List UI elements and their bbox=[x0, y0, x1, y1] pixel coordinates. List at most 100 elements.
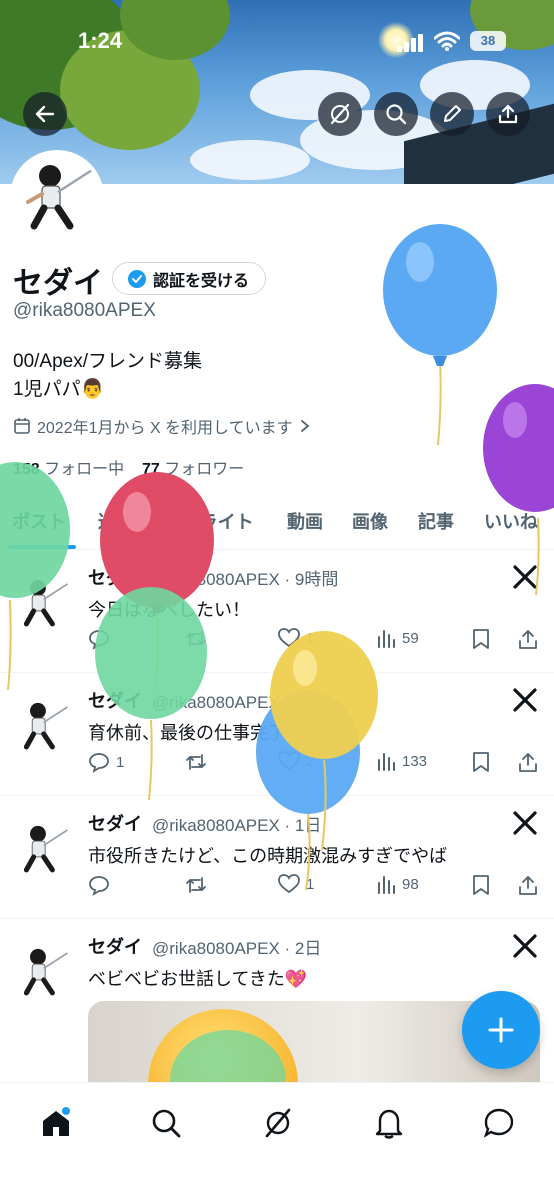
nav-home[interactable] bbox=[34, 1101, 78, 1145]
like-count: 2 bbox=[306, 752, 315, 770]
tab-videos[interactable]: 動画 bbox=[287, 508, 323, 534]
reply-count: 1 bbox=[116, 753, 125, 771]
x-logo-icon bbox=[513, 688, 537, 712]
x-logo-icon bbox=[513, 811, 537, 835]
back-arrow-icon bbox=[35, 105, 55, 123]
status-bar: 1:24 38 bbox=[0, 26, 554, 56]
post-text: 育休前、最後の仕事完了 bbox=[88, 723, 286, 743]
bookmark-icon bbox=[473, 875, 489, 895]
share-post-button[interactable] bbox=[518, 751, 538, 773]
reply-button[interactable] bbox=[88, 628, 116, 650]
profile-bio-line: 1児パパ👨 bbox=[13, 379, 105, 400]
post-avatar[interactable] bbox=[12, 572, 74, 634]
share-icon bbox=[519, 876, 537, 895]
repost-icon bbox=[186, 754, 206, 770]
banner-cloud bbox=[190, 140, 310, 180]
grok-icon bbox=[265, 1108, 291, 1138]
bookmark-icon bbox=[473, 752, 489, 772]
search-icon bbox=[152, 1109, 181, 1138]
search-button[interactable] bbox=[374, 92, 418, 136]
like-count: 1 bbox=[306, 629, 315, 647]
post-item[interactable]: セダイ @rika8080APEX · 2日 ベビベビお世話してきた💖 bbox=[0, 919, 554, 1111]
profile-tabs: ポスト 返信 ハイライト 動画 画像 記事 いいね bbox=[0, 500, 554, 550]
avatar-image bbox=[14, 154, 100, 240]
repost-button[interactable] bbox=[184, 751, 214, 773]
nav-notifications[interactable] bbox=[367, 1101, 411, 1145]
views-button[interactable]: 133 bbox=[376, 751, 427, 771]
share-icon bbox=[519, 753, 537, 772]
bookmark-button[interactable] bbox=[472, 751, 490, 773]
tab-posts[interactable]: ポスト bbox=[12, 508, 66, 534]
views-button[interactable]: 59 bbox=[376, 628, 419, 648]
post-avatar[interactable] bbox=[12, 818, 74, 880]
tab-replies[interactable]: 返信 bbox=[98, 508, 134, 534]
post-item[interactable]: セダイ @rika8080APEX · 1日 市役所きたけど、この時期激混みすぎ… bbox=[0, 796, 554, 919]
compose-button[interactable] bbox=[462, 991, 540, 1069]
views-icon bbox=[378, 630, 395, 648]
banner-roof bbox=[404, 98, 554, 184]
post-text: ベビベビお世話してきた💖 bbox=[88, 969, 308, 989]
followers-link[interactable]: 77 フォロワー bbox=[142, 461, 244, 478]
edit-button[interactable] bbox=[430, 92, 474, 136]
share-post-button[interactable] bbox=[518, 874, 538, 896]
post-avatar[interactable] bbox=[12, 695, 74, 757]
reply-icon bbox=[89, 876, 109, 896]
avatar-image bbox=[12, 818, 74, 880]
follow-stats: 158 フォロー中 77 フォロワー bbox=[13, 455, 244, 479]
post-item[interactable]: セダイ @rika8080APEX · 1日 育休前、最後の仕事完了 1 2 1… bbox=[0, 673, 554, 796]
tab-likes[interactable]: いいね bbox=[484, 508, 538, 534]
notification-dot bbox=[62, 1107, 70, 1115]
bookmark-button[interactable] bbox=[472, 874, 490, 896]
tab-highlights[interactable]: ハイライト bbox=[164, 508, 254, 534]
repost-icon bbox=[186, 631, 206, 647]
profile-name: セダイ bbox=[13, 267, 103, 300]
post-meta: @rika8080APEX · 2日 bbox=[152, 939, 322, 958]
grok-button[interactable] bbox=[318, 92, 362, 136]
get-verified-label: 認証を受ける bbox=[153, 272, 250, 290]
plus-icon bbox=[488, 1017, 514, 1043]
share-post-button[interactable] bbox=[518, 628, 538, 650]
like-count: 1 bbox=[306, 875, 315, 893]
share-button[interactable] bbox=[486, 92, 530, 136]
tab-images[interactable]: 画像 bbox=[352, 508, 388, 534]
post-text: 今日はなべしたい！ bbox=[88, 600, 250, 620]
following-label: フォロー中 bbox=[44, 461, 125, 478]
post-text: 市役所きたけど、この時期激混みすぎでやば bbox=[88, 846, 448, 866]
share-icon bbox=[519, 630, 537, 649]
get-verified-button[interactable]: 認証を受ける bbox=[112, 262, 267, 295]
tab-articles[interactable]: 記事 bbox=[418, 508, 454, 534]
views-button[interactable]: 98 bbox=[376, 874, 419, 894]
like-button[interactable]: 1 bbox=[278, 628, 314, 648]
nav-search[interactable] bbox=[144, 1101, 188, 1145]
avatar-image bbox=[12, 695, 74, 757]
cellular-signal-icon bbox=[397, 34, 423, 52]
heart-icon bbox=[278, 628, 300, 648]
followers-label: フォロワー bbox=[164, 461, 245, 478]
bookmark-button[interactable] bbox=[472, 628, 490, 650]
repost-button[interactable] bbox=[184, 874, 214, 896]
following-link[interactable]: 158 フォロー中 bbox=[13, 461, 124, 478]
profile-handle: @rika8080APEX bbox=[13, 300, 156, 321]
like-button[interactable]: 2 bbox=[278, 751, 314, 771]
reply-button[interactable]: 1 bbox=[88, 751, 124, 773]
profile-bio-line: 00/Apex/フレンド募集 bbox=[13, 351, 202, 372]
repost-icon bbox=[186, 877, 206, 893]
post-meta: @rika8080APEX · 1日 bbox=[152, 693, 322, 712]
views-icon bbox=[378, 876, 395, 894]
nav-grok[interactable] bbox=[256, 1101, 300, 1145]
view-count: 98 bbox=[402, 875, 419, 893]
reply-button[interactable] bbox=[88, 874, 116, 896]
grok-icon bbox=[330, 103, 350, 125]
profile-avatar[interactable] bbox=[10, 150, 104, 244]
nav-messages[interactable] bbox=[477, 1101, 521, 1145]
post-author-name: セダイ bbox=[88, 691, 142, 711]
post-avatar[interactable] bbox=[12, 941, 74, 1003]
like-button[interactable]: 1 bbox=[278, 874, 314, 894]
post-item[interactable]: セダイ @rika8080APEX · 9時間 今日はなべしたい！ 1 59 bbox=[0, 550, 554, 673]
repost-button[interactable] bbox=[184, 628, 214, 650]
back-button[interactable] bbox=[23, 92, 67, 136]
post-meta: @rika8080APEX · 1日 bbox=[152, 816, 322, 835]
joined-date: 2022年1月から X を利用しています bbox=[13, 414, 311, 438]
post-actions: 1 2 133 bbox=[88, 751, 540, 777]
calendar-icon bbox=[14, 418, 30, 434]
